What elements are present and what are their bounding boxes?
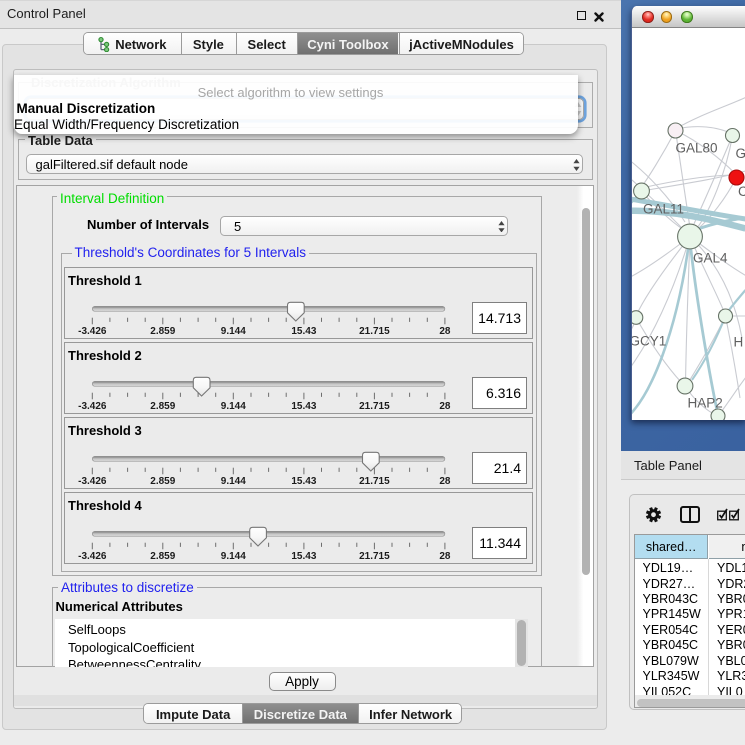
svg-text:21.715: 21.715 bbox=[359, 476, 390, 487]
svg-text:2.859: 2.859 bbox=[150, 401, 175, 412]
svg-text:-3.426: -3.426 bbox=[78, 476, 107, 487]
svg-text:2.859: 2.859 bbox=[150, 476, 175, 487]
svg-text:C: C bbox=[738, 184, 745, 199]
svg-text:9.144: 9.144 bbox=[220, 401, 245, 412]
svg-text:28: 28 bbox=[439, 551, 451, 562]
svg-text:-3.426: -3.426 bbox=[78, 326, 107, 337]
svg-text:15.43: 15.43 bbox=[291, 326, 316, 337]
svg-text:15.43: 15.43 bbox=[291, 401, 316, 412]
svg-text:-3.426: -3.426 bbox=[78, 551, 107, 562]
svg-text:21.715: 21.715 bbox=[359, 401, 390, 412]
svg-text:2.859: 2.859 bbox=[150, 326, 175, 337]
svg-text:21.715: 21.715 bbox=[359, 326, 390, 337]
svg-text:HAP2: HAP2 bbox=[688, 396, 723, 411]
svg-text:28: 28 bbox=[439, 326, 451, 337]
svg-text:H: H bbox=[734, 335, 744, 350]
svg-text:GAL4: GAL4 bbox=[693, 251, 728, 266]
svg-text:GA: GA bbox=[736, 146, 745, 161]
svg-text:15.43: 15.43 bbox=[291, 476, 316, 487]
svg-text:GAL11: GAL11 bbox=[643, 202, 684, 217]
svg-text:9.144: 9.144 bbox=[220, 476, 245, 487]
svg-text:9.144: 9.144 bbox=[220, 551, 245, 562]
svg-text:GAL80: GAL80 bbox=[676, 141, 718, 156]
svg-text:2.859: 2.859 bbox=[150, 551, 175, 562]
svg-text:28: 28 bbox=[439, 401, 451, 412]
svg-text:9.144: 9.144 bbox=[220, 326, 245, 337]
svg-text:21.715: 21.715 bbox=[359, 551, 390, 562]
svg-text:15.43: 15.43 bbox=[291, 551, 316, 562]
svg-text:-3.426: -3.426 bbox=[78, 401, 107, 412]
svg-text:GCY1: GCY1 bbox=[632, 334, 666, 349]
svg-text:28: 28 bbox=[439, 476, 451, 487]
